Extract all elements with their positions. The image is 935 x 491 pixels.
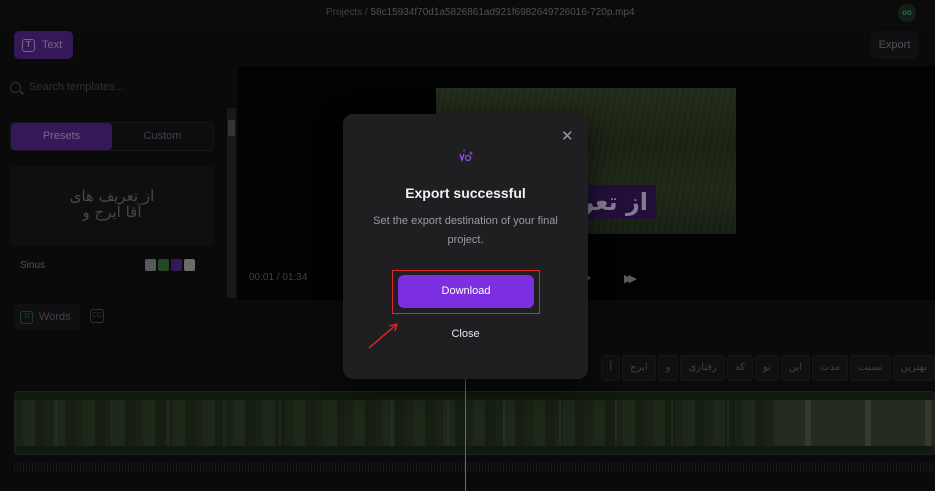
close-icon[interactable]: ✕ <box>561 129 574 144</box>
sparkle-icon <box>459 149 474 163</box>
download-button[interactable]: Download <box>398 275 534 308</box>
annotation-arrow-icon <box>368 323 398 349</box>
dialog-description: Set the export destination of your final… <box>373 215 558 246</box>
close-button-label[interactable]: Close <box>451 328 479 340</box>
dialog-title: Export successful <box>405 185 526 201</box>
